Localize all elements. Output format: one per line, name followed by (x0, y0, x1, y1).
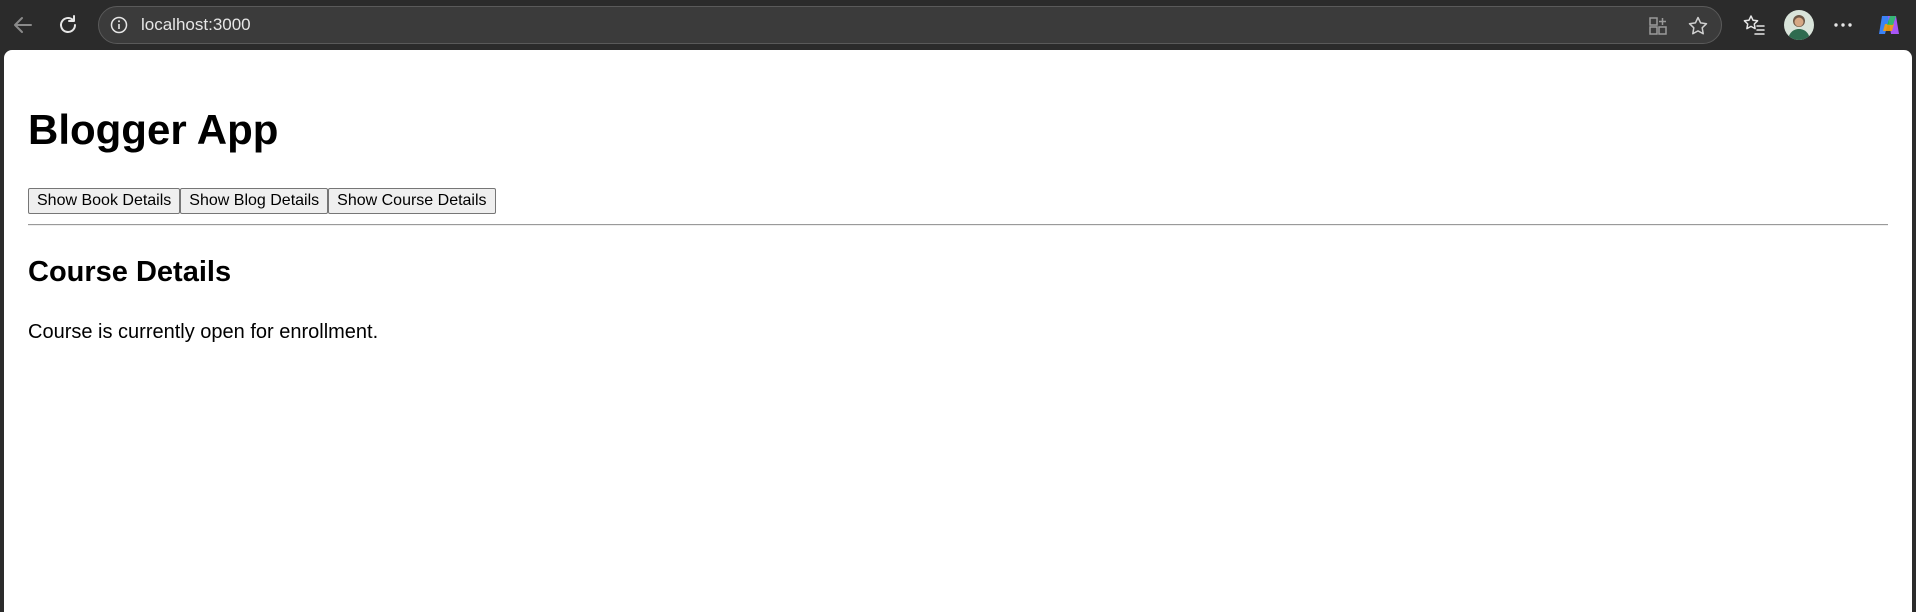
divider (28, 224, 1888, 226)
more-options-icon[interactable] (1830, 12, 1856, 38)
avatar[interactable] (1784, 10, 1814, 40)
button-row: Show Book Details Show Blog Details Show… (28, 188, 496, 214)
show-book-details-button[interactable]: Show Book Details (28, 188, 181, 214)
show-course-details-button[interactable]: Show Course Details (328, 188, 496, 214)
refresh-icon[interactable] (52, 9, 84, 41)
section-heading: Course Details (28, 256, 232, 288)
show-blog-details-button[interactable]: Show Blog Details (180, 188, 329, 214)
app-available-icon[interactable] (1647, 15, 1669, 37)
browser-toolbar: localhost:3000 (0, 0, 1916, 50)
favorites-icon[interactable] (1741, 12, 1767, 38)
copilot-icon[interactable] (1876, 12, 1902, 38)
page-content: Blogger App Show Book Details Show Blog … (4, 50, 1912, 612)
course-status-message: Course is currently open for enrollment. (28, 321, 379, 343)
url-text[interactable]: localhost:3000 (141, 7, 251, 43)
favorite-star-icon[interactable] (1687, 15, 1709, 37)
app-title: Blogger App (28, 106, 279, 153)
back-arrow-icon[interactable] (7, 9, 39, 41)
address-bar[interactable]: localhost:3000 (98, 6, 1722, 44)
info-icon[interactable] (109, 15, 129, 35)
